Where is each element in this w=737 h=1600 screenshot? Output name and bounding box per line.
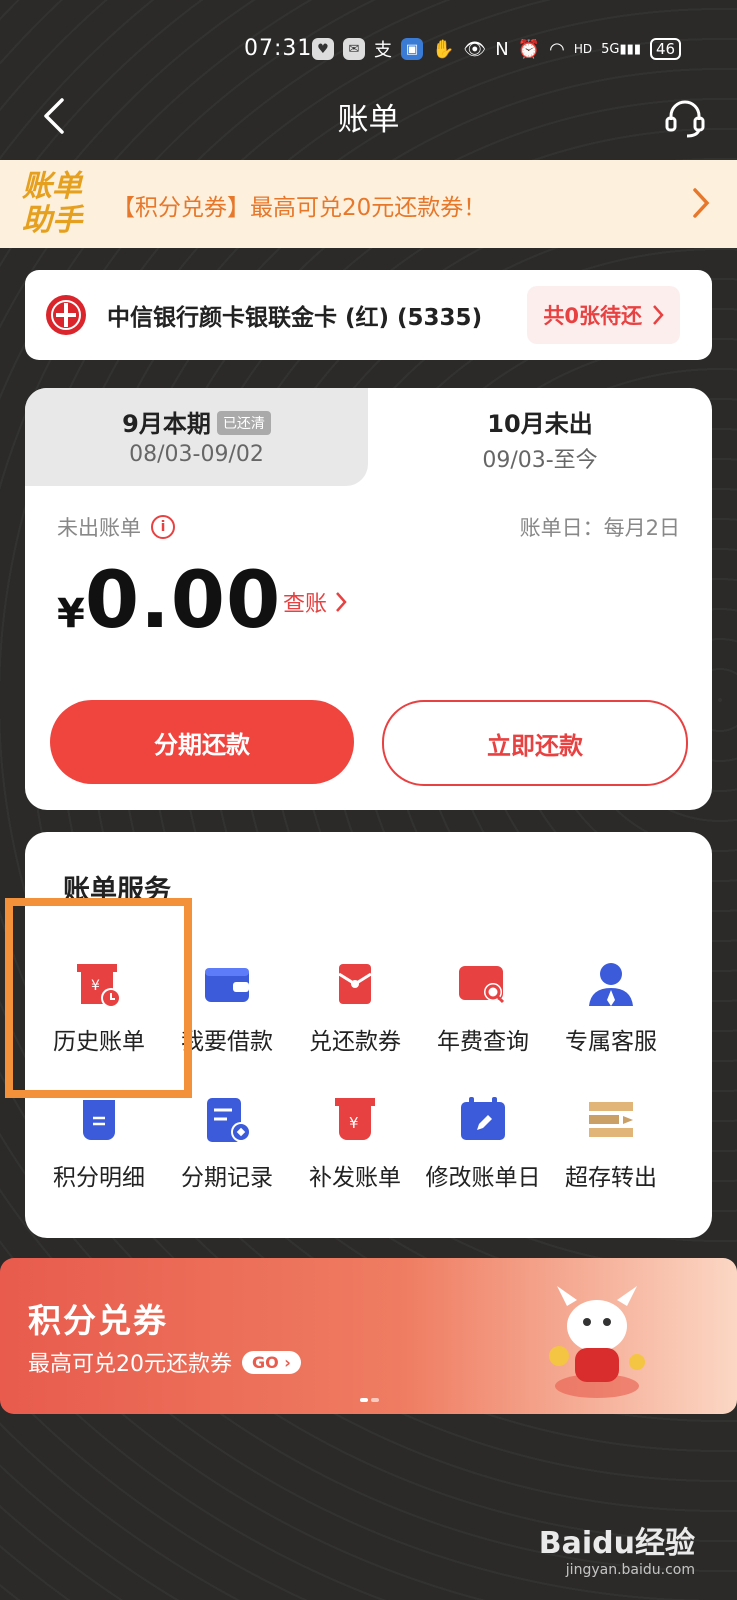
repay-now-button[interactable]: 立即还款 bbox=[382, 700, 688, 786]
pending-label: 共0张待还 bbox=[543, 304, 642, 328]
service-label: 积分明细 bbox=[53, 1165, 145, 1191]
service-points-detail[interactable]: 积分明细 bbox=[35, 1092, 163, 1192]
tab-next-range: 09/03-至今 bbox=[482, 448, 598, 473]
service-modify-billing-day[interactable]: 修改账单日 bbox=[419, 1092, 547, 1192]
chevron-right-icon bbox=[653, 305, 664, 325]
citic-bank-logo bbox=[46, 295, 86, 335]
hand-icon: ✋ bbox=[432, 38, 455, 60]
battery-icon: 46 bbox=[649, 38, 682, 60]
hd-icon: HD bbox=[573, 42, 593, 56]
tab-current-title: 9月本期 已还清 bbox=[25, 404, 368, 439]
bill-amount: ¥0.00 bbox=[57, 556, 281, 646]
eye-icon: 👁 bbox=[463, 38, 487, 60]
settled-badge: 已还清 bbox=[216, 411, 271, 435]
svg-text:¥: ¥ bbox=[349, 1114, 359, 1132]
bill-helper-logo: 账单助手 bbox=[22, 169, 82, 238]
amount-value: 0.00 bbox=[84, 556, 282, 646]
signal-icon: 5G ▮▮▮ bbox=[601, 41, 641, 57]
chevron-right-icon bbox=[693, 188, 710, 218]
info-icon[interactable]: i bbox=[151, 515, 175, 539]
service-label: 专属客服 bbox=[565, 1029, 657, 1055]
red-envelope-icon bbox=[338, 964, 372, 1004]
nfc-icon: N bbox=[495, 38, 509, 60]
tab-next-period[interactable]: 10月未出 09/03-至今 bbox=[368, 388, 712, 486]
installment-record-icon bbox=[207, 1098, 251, 1142]
status-time: 07:31 bbox=[244, 36, 313, 61]
promo-banner[interactable]: 积分兑券 最高可兑20元还款券 GO › bbox=[0, 1258, 737, 1414]
calendar-edit-icon bbox=[461, 1097, 505, 1140]
alipay-icon: 支 bbox=[374, 40, 392, 61]
carousel-dots bbox=[360, 1398, 379, 1402]
service-installment-record[interactable]: 分期记录 bbox=[163, 1092, 291, 1192]
alarm-icon: ⏰ bbox=[517, 38, 541, 60]
tab-current-range: 08/03-09/02 bbox=[129, 442, 264, 467]
service-label: 年费查询 bbox=[437, 1029, 529, 1055]
pending-repayment-button[interactable]: 共0张待还 bbox=[527, 286, 680, 344]
carousel-dot bbox=[360, 1398, 368, 1402]
app-notification-icon: ♥ bbox=[312, 38, 334, 60]
service-label: 补发账单 bbox=[309, 1165, 401, 1191]
carousel-dot bbox=[371, 1398, 379, 1402]
wifi-icon: ◠ bbox=[549, 38, 565, 60]
reissue-bill-icon: ¥ bbox=[335, 1098, 375, 1140]
service-label: 修改账单日 bbox=[425, 1165, 541, 1191]
message-notification-icon: ✉ bbox=[343, 38, 365, 60]
chevron-right-icon bbox=[336, 592, 347, 612]
app-badge-icon: ▣ bbox=[401, 38, 423, 60]
service-label: 超存转出 bbox=[565, 1165, 657, 1191]
fee-search-icon bbox=[459, 966, 505, 1004]
wallet-icon bbox=[205, 968, 249, 1002]
status-icons: ♥ ✉ 支 ▣ ✋ 👁 N ⏰ ◠ HD 5G ▮▮▮ 46 bbox=[312, 38, 682, 61]
installment-repay-button[interactable]: 分期还款 bbox=[50, 700, 354, 784]
header: 账单 bbox=[0, 78, 737, 158]
banner-subtitle: 最高可兑20元还款券 GO › bbox=[28, 1346, 301, 1378]
credit-card-row[interactable]: 中信银行颜卡银联金卡 (红) (5335) 共0张待还 bbox=[25, 270, 712, 360]
bill-card: 9月本期 已还清 08/03-09/02 10月未出 09/03-至今 未出账单 … bbox=[25, 388, 712, 810]
promo-text: 【积分兑券】最高可兑20元还款券！ bbox=[112, 195, 487, 221]
card-name: 中信银行颜卡银联金卡 (红) (5335) bbox=[107, 305, 483, 331]
points-icon bbox=[83, 1100, 115, 1140]
billing-day: 账单日：每月2日 bbox=[519, 516, 680, 540]
transfer-out-icon bbox=[589, 1102, 633, 1137]
service-annual-fee[interactable]: 年费查询 bbox=[419, 956, 547, 1056]
customer-service-icon[interactable] bbox=[663, 96, 707, 140]
banner-title: 积分兑券 bbox=[28, 1301, 168, 1340]
currency-symbol: ¥ bbox=[57, 591, 85, 637]
tab-next-title: 10月未出 bbox=[487, 410, 593, 438]
baidu-watermark: Baidu经验 jingyan.baidu.com bbox=[538, 1526, 695, 1578]
page-title: 账单 bbox=[337, 102, 400, 138]
agent-icon bbox=[589, 963, 633, 1006]
service-label: 分期记录 bbox=[181, 1165, 273, 1191]
service-exclusive-agent[interactable]: 专属客服 bbox=[547, 956, 675, 1056]
promo-strip[interactable]: 账单助手 【积分兑券】最高可兑20元还款券！ bbox=[0, 160, 737, 248]
unbilled-label: 未出账单 i bbox=[57, 512, 175, 542]
go-button[interactable]: GO › bbox=[242, 1350, 301, 1374]
service-transfer-out[interactable]: 超存转出 bbox=[547, 1092, 675, 1192]
tab-current-period[interactable]: 9月本期 已还清 08/03-09/02 bbox=[25, 388, 368, 486]
highlight-annotation-box bbox=[5, 898, 192, 1098]
service-reissue-bill[interactable]: ¥ 补发账单 bbox=[291, 1092, 419, 1192]
service-redeem-coupon[interactable]: 兑还款券 bbox=[291, 956, 419, 1056]
check-account-link[interactable]: 查账 bbox=[283, 586, 347, 618]
mascot-illustration bbox=[549, 1286, 645, 1398]
service-label: 兑还款券 bbox=[309, 1029, 401, 1055]
